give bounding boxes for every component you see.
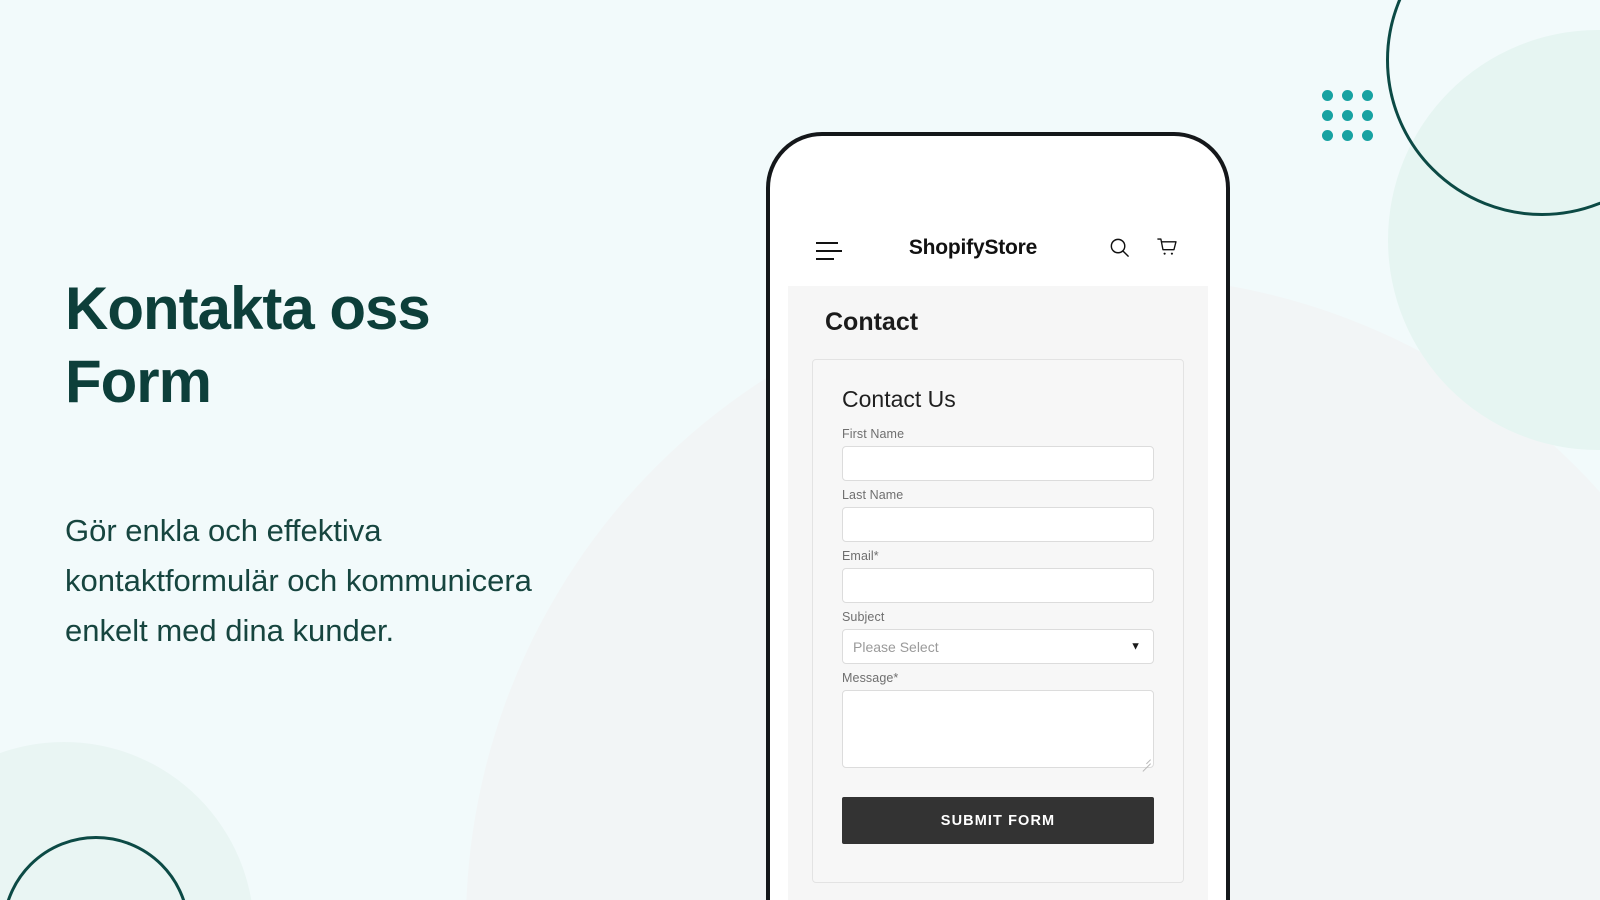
decor-dot-grid-icon [1322,90,1373,141]
hero-subcopy: Gör enkla och effektiva kontaktformulär … [65,513,532,648]
message-textarea-wrap [842,690,1154,772]
last-name-input[interactable] [842,507,1154,542]
last-name-label: Last Name [842,488,904,502]
subject-select-wrap: ▼ [842,629,1154,664]
email-input[interactable] [842,568,1154,603]
cart-icon[interactable] [1155,235,1180,260]
field-email: Email* [842,549,1154,603]
phone-mockup: ShopifyStore Contact Contact Us First Na… [766,132,1230,900]
contact-form-title: Contact Us [842,386,956,412]
hamburger-icon[interactable] [816,242,842,260]
hero-copy: Kontakta oss Form Gör enkla och effektiv… [65,272,715,655]
contact-form-card: Contact Us First Name Last Name Email* S… [812,359,1184,883]
message-textarea[interactable] [842,690,1154,768]
message-label: Message* [842,671,899,685]
field-message: Message* [842,671,1154,772]
page-root: Kontakta oss Form Gör enkla och effektiv… [0,0,1600,900]
first-name-input[interactable] [842,446,1154,481]
subject-select[interactable] [842,629,1154,664]
page-title: Kontakta oss Form [65,275,431,416]
contact-page-body: Contact Contact Us First Name Last Name … [788,286,1208,900]
subject-label: Subject [842,610,885,624]
contact-page-title: Contact [825,308,919,336]
field-subject: Subject ▼ [842,610,1154,664]
email-label: Email* [842,549,879,563]
store-topbar: ShopifyStore [788,146,1208,286]
search-icon[interactable] [1108,236,1131,259]
field-last-name: Last Name [842,488,1154,542]
field-first-name: First Name [842,427,1154,481]
topbar-icons [1108,235,1180,260]
first-name-label: First Name [842,427,905,441]
phone-screen: ShopifyStore Contact Contact Us First Na… [788,146,1208,900]
store-title: ShopifyStore [908,236,1038,259]
submit-form-button[interactable]: SUBMIT FORM [842,797,1154,844]
